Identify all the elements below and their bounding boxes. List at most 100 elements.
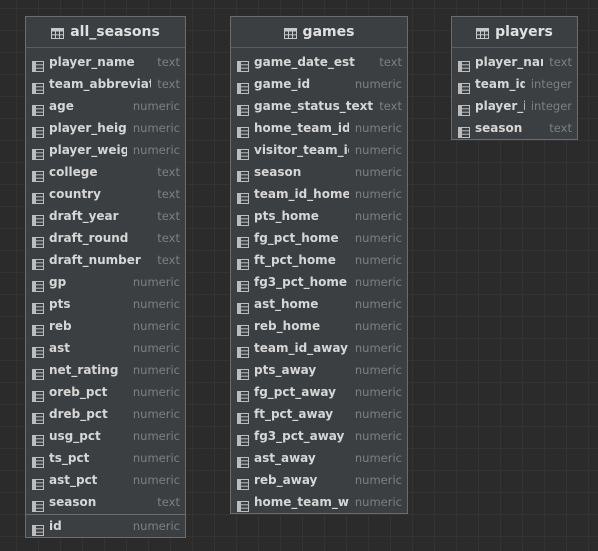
column-name: ts_pct [49,451,90,465]
column-row[interactable]: country text [26,183,185,205]
column-row[interactable]: home_team_wins numeric [231,491,407,513]
column-name: visitor_team_id [254,143,349,157]
column-type: numeric [354,187,402,201]
column-row[interactable]: draft_year text [26,205,185,227]
column-row[interactable]: reb numeric [26,315,185,337]
column-icon [32,233,44,248]
column-row[interactable]: team_id integer [452,73,577,95]
table-icon [476,27,490,39]
column-type: numeric [132,143,180,157]
column-type: numeric [354,231,402,245]
column-icon [32,365,44,380]
column-icon [32,431,44,446]
table-games[interactable]: games game_date_est text game_id numeric game… [230,16,408,514]
column-row[interactable]: gp numeric [26,271,185,293]
column-icon [237,497,249,512]
column-name: ft_pct_away [254,407,334,421]
column-row[interactable]: visitor_team_id numeric [231,139,407,161]
column-row[interactable]: team_id_away numeric [231,337,407,359]
column-row[interactable]: ast_pct numeric [26,469,185,491]
column-name: fg3_pct_home [254,275,348,289]
column-icon [32,167,44,182]
column-row[interactable]: player_name text [452,51,577,73]
column-row[interactable]: team_abbreviation text [26,73,185,95]
column-icon [458,123,470,138]
column-row[interactable]: team_id_home numeric [231,183,407,205]
column-type: numeric [354,77,402,91]
table-title: all_seasons [70,24,160,40]
column-row[interactable]: player_height numeric [26,117,185,139]
column-type: numeric [354,253,402,267]
column-row[interactable]: age numeric [26,95,185,117]
column-row[interactable]: pts_home numeric [231,205,407,227]
column-row[interactable]: oreb_pct numeric [26,381,185,403]
column-row[interactable]: season text [452,117,577,139]
column-row[interactable]: season text [26,491,185,513]
column-row[interactable]: season numeric [231,161,407,183]
column-type: numeric [354,341,402,355]
column-row[interactable]: draft_round text [26,227,185,249]
column-row[interactable]: fg3_pct_home numeric [231,271,407,293]
column-type: numeric [354,495,402,509]
column-name: ast_pct [49,473,98,487]
column-name: season [254,165,302,179]
column-name: player_name [475,55,543,69]
column-list: player_nametextteam_idintegerplayer_idin… [452,48,577,139]
column-row[interactable]: reb_away numeric [231,469,407,491]
column-name: player_weight [49,143,127,157]
table-icon [51,27,65,39]
column-name: game_date_est [254,55,355,69]
column-row[interactable]: pts_away numeric [231,359,407,381]
column-row[interactable]: usg_pct numeric [26,425,185,447]
column-row[interactable]: ft_pct_away numeric [231,403,407,425]
column-row[interactable]: game_id numeric [231,73,407,95]
table-header[interactable]: games [231,17,407,48]
column-row[interactable]: ts_pct numeric [26,447,185,469]
column-icon [237,57,249,72]
column-row[interactable]: player_id integer [452,95,577,117]
column-row[interactable]: fg3_pct_away numeric [231,425,407,447]
column-type: numeric [354,429,402,443]
table-header[interactable]: players [452,17,577,48]
column-row[interactable]: fg_pct_away numeric [231,381,407,403]
column-row[interactable]: game_date_est text [231,51,407,73]
column-row[interactable]: ast numeric [26,337,185,359]
column-row[interactable]: draft_number text [26,249,185,271]
column-icon [32,409,44,424]
table-header[interactable]: all_seasons [26,17,185,48]
column-name: fg_pct_away [254,385,336,399]
column-row[interactable]: reb_home numeric [231,315,407,337]
column-row[interactable]: home_team_id numeric [231,117,407,139]
column-icon [32,343,44,358]
column-icon [237,277,249,292]
column-row[interactable]: id numeric [26,515,185,537]
column-row[interactable]: player_weight numeric [26,139,185,161]
table-title: players [495,24,553,40]
column-row[interactable]: ft_pct_home numeric [231,249,407,271]
column-row[interactable]: dreb_pct numeric [26,403,185,425]
column-name: country [49,187,101,201]
column-name: game_id [254,77,311,91]
column-name: id [49,519,62,533]
column-name: gp [49,275,67,289]
column-row[interactable]: ast_home numeric [231,293,407,315]
column-icon [237,365,249,380]
column-row[interactable]: college text [26,161,185,183]
column-row[interactable]: fg_pct_home numeric [231,227,407,249]
column-type: numeric [132,429,180,443]
table-title: games [302,24,355,40]
column-row[interactable]: player_name text [26,51,185,73]
column-name: game_status_text [254,99,374,113]
column-name: pts_away [254,363,317,377]
column-icon [32,521,44,536]
column-row[interactable]: net_rating numeric [26,359,185,381]
table-players[interactable]: playersplayer_nametextteam_idintegerplay… [451,16,578,140]
table-all-seasons[interactable]: all_seasons player_name text team_abbrevia t… [25,16,186,538]
column-icon [32,387,44,402]
column-row[interactable]: pts numeric [26,293,185,315]
column-icon [237,211,249,226]
column-row[interactable]: game_status_text text [231,95,407,117]
column-row[interactable]: ast_away numeric [231,447,407,469]
column-type: integer [530,77,572,91]
column-name: team_id_away [254,341,348,355]
